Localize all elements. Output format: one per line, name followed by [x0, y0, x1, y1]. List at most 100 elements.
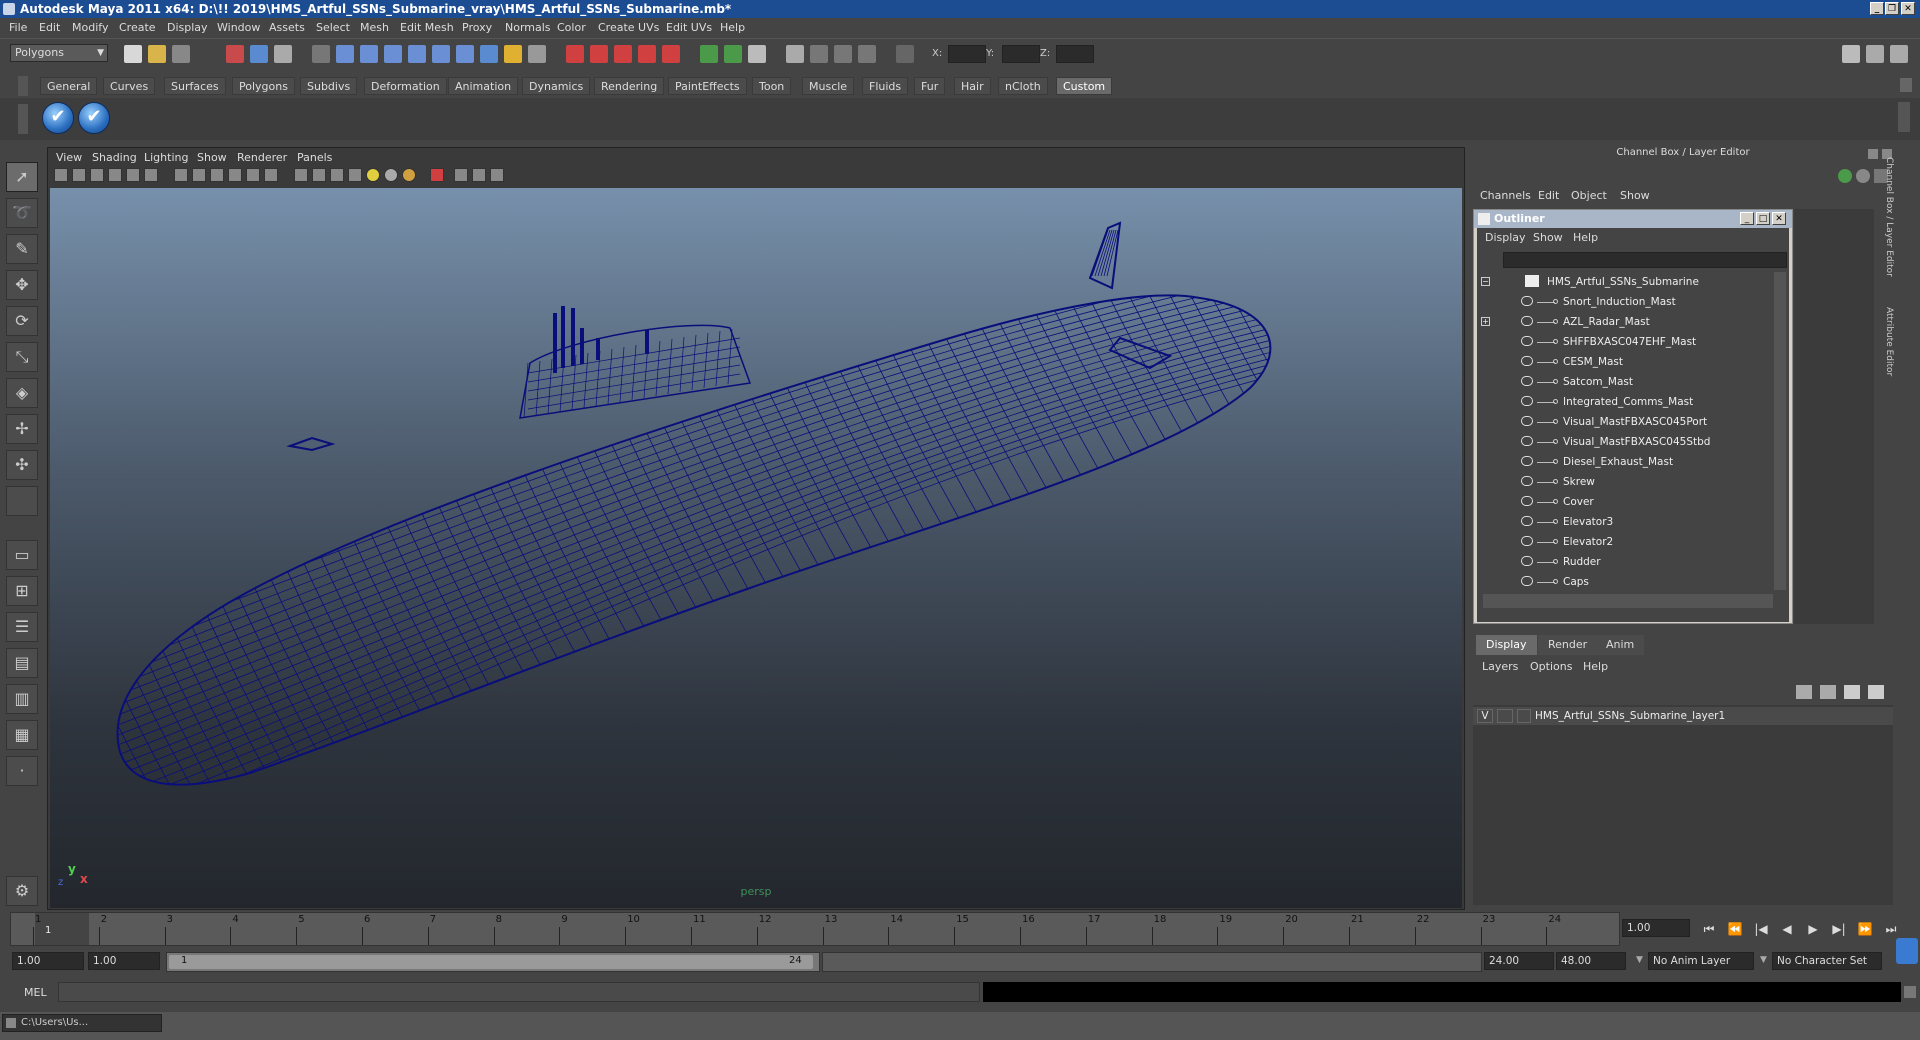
xray-icon[interactable] [312, 168, 326, 182]
ipr-icon[interactable] [834, 45, 852, 63]
tab-fur[interactable]: Fur [914, 77, 946, 95]
all-lights-icon[interactable] [384, 168, 398, 182]
tab-hair[interactable]: Hair [954, 77, 991, 95]
outliner-menu-show[interactable]: Show [1533, 231, 1563, 244]
outliner-item[interactable]: AZL_Radar_Mast + [1477, 312, 1773, 332]
tab-anim-layers[interactable]: Anim [1596, 635, 1645, 655]
history-icon[interactable] [456, 45, 474, 63]
image-plane-icon[interactable] [108, 168, 122, 182]
tab-muscle[interactable]: Muscle [802, 77, 855, 95]
outliner-minimize-button[interactable]: _ [1740, 212, 1754, 225]
tab-display-layers[interactable]: Display [1476, 635, 1537, 655]
tab-deformation[interactable]: Deformation [364, 77, 447, 95]
outliner-item[interactable]: Caps [1477, 572, 1773, 592]
menu-assets[interactable]: Assets [269, 21, 305, 34]
outliner-item[interactable]: Rudder [1477, 552, 1773, 572]
layer-menu-options[interactable]: Options [1530, 660, 1572, 673]
snap-point-icon[interactable] [384, 45, 402, 63]
tab-animation[interactable]: Animation [448, 77, 519, 95]
select-tool-icon[interactable]: ➚ [6, 162, 38, 192]
gate-mask-icon[interactable] [490, 168, 504, 182]
outliner-item[interactable]: SHFFBXASC047EHF_Mast [1477, 332, 1773, 352]
range-slider-bar[interactable]: 1 24 [169, 955, 813, 969]
restore-button[interactable]: ❐ [1885, 2, 1899, 15]
tool-settings-icon[interactable] [724, 45, 742, 63]
layer-playback-toggle[interactable] [1497, 709, 1513, 723]
menu-help[interactable]: Help [720, 21, 745, 34]
channel-box-toggle-icon[interactable] [1838, 169, 1852, 183]
tool-settings-panel-icon[interactable] [1866, 45, 1884, 63]
tab-ncloth[interactable]: nCloth [998, 77, 1048, 95]
menu-window[interactable]: Window [217, 21, 260, 34]
smooth-shade-icon[interactable] [192, 168, 206, 182]
paint-select-tool-icon[interactable]: ✎ [6, 234, 38, 264]
snap-view-plane-icon[interactable] [408, 45, 426, 63]
outliner-close-button[interactable]: ✕ [1772, 212, 1786, 225]
tab-surfaces[interactable]: Surfaces [164, 77, 226, 95]
menu-set-select[interactable]: Polygons ▼ [10, 44, 108, 62]
render-current-icon[interactable] [566, 45, 584, 63]
layer-visibility-toggle[interactable]: V [1477, 709, 1493, 723]
tab-general[interactable]: General [40, 77, 98, 95]
script-editor-icon[interactable] [1904, 986, 1916, 998]
layer-menu-layers[interactable]: Layers [1482, 660, 1518, 673]
outliner-item[interactable]: Diesel_Exhaust_Mast [1477, 452, 1773, 472]
sculpt-icon[interactable] [700, 45, 718, 63]
input-ops-icon[interactable] [528, 45, 546, 63]
grid-icon[interactable] [126, 168, 140, 182]
play-forward-button[interactable]: ▶ [1804, 921, 1822, 937]
viewport-menu-shading[interactable]: Shading [92, 151, 137, 164]
lasso-tool-icon[interactable]: ➰ [6, 198, 38, 228]
default-light-icon[interactable] [366, 168, 380, 182]
close-button[interactable]: ✕ [1901, 2, 1915, 15]
animation-end-field[interactable]: 48.00 [1556, 952, 1626, 970]
shelf-menu-icon[interactable] [18, 76, 28, 96]
tab-custom[interactable]: Custom [1056, 77, 1113, 95]
layer-row[interactable]: V HMS_Artful_SSNs_Submarine_layer1 [1473, 707, 1893, 725]
outliner-maximize-button[interactable]: □ [1756, 212, 1770, 225]
resolution-gate-icon[interactable] [430, 168, 444, 182]
playblast-icon[interactable] [858, 45, 876, 63]
safe-action-icon[interactable] [472, 168, 486, 182]
xray-joints-icon[interactable] [330, 168, 344, 182]
render-settings-icon[interactable] [614, 45, 632, 63]
outliner-item[interactable]: CESM_Mast [1477, 352, 1773, 372]
camera-icon[interactable] [810, 45, 828, 63]
command-language-toggle[interactable]: MEL [24, 986, 47, 999]
move-tool-icon[interactable]: ✥ [6, 270, 38, 300]
channel-menu-object[interactable]: Object [1571, 189, 1607, 202]
layer-color-swatch[interactable] [1517, 709, 1531, 723]
textured-icon[interactable] [228, 168, 242, 182]
open-scene-icon[interactable] [148, 45, 166, 63]
snap-curve-icon[interactable] [360, 45, 378, 63]
use-all-lights-icon[interactable] [246, 168, 260, 182]
layout-options-icon[interactable]: · [6, 756, 38, 786]
menu-create-uvs[interactable]: Create UVs [598, 21, 659, 34]
channel-menu-show[interactable]: Show [1620, 189, 1650, 202]
y-field[interactable] [1002, 45, 1040, 63]
channel-menu-edit[interactable]: Edit [1538, 189, 1559, 202]
checker-icon[interactable] [348, 168, 362, 182]
viewport-menu-renderer[interactable]: Renderer [237, 151, 287, 164]
custom-layout-icon[interactable]: ▦ [6, 720, 38, 750]
select-by-component-icon[interactable] [274, 45, 292, 63]
layer-editor-toggle-icon[interactable] [1856, 169, 1870, 183]
help-icon[interactable] [480, 45, 498, 63]
go-to-start-button[interactable]: ⏮ [1700, 921, 1718, 937]
outliner-item-root[interactable]: − HMS_Artful_SSNs_Submarine [1477, 272, 1773, 292]
hud-icon[interactable] [454, 168, 468, 182]
rotate-tool-icon[interactable]: ⟳ [6, 306, 38, 336]
hypershade-icon[interactable] [638, 45, 656, 63]
tab-toon[interactable]: Toon [752, 77, 792, 95]
film-gate-icon[interactable] [144, 168, 158, 182]
last-tool-icon[interactable] [6, 486, 38, 516]
shelf-scroll-icon[interactable] [1898, 102, 1910, 132]
attribute-editor-icon[interactable] [748, 45, 766, 63]
go-to-end-button[interactable]: ⏭ [1882, 921, 1900, 937]
menu-color[interactable]: Color [557, 21, 586, 34]
tab-dynamics[interactable]: Dynamics [522, 77, 591, 95]
outliner-item[interactable]: Visual_MastFBXASC045Stbd [1477, 432, 1773, 452]
viewport-menu-lighting[interactable]: Lighting [144, 151, 188, 164]
ipr-render-icon[interactable] [590, 45, 608, 63]
anim-layer-select[interactable]: No Anim Layer [1648, 952, 1754, 970]
